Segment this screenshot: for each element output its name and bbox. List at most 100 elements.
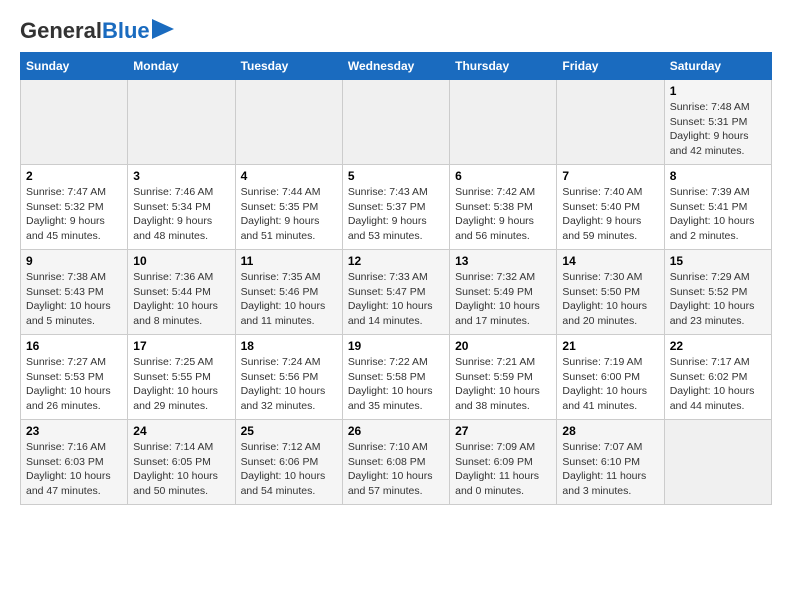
day-info: Sunrise: 7:22 AM Sunset: 5:58 PM Dayligh… <box>348 355 444 414</box>
calendar-cell: 25 Sunrise: 7:12 AM Sunset: 6:06 PM Dayli… <box>235 420 342 505</box>
day-info: Sunrise: 7:47 AM Sunset: 5:32 PM Dayligh… <box>26 185 122 244</box>
calendar-cell: 6Sunrise: 7:42 AM Sunset: 5:38 PM Daylig… <box>450 165 557 250</box>
day-info: Sunrise: 7:07 AM Sunset: 6:10 PM Dayligh… <box>562 440 658 499</box>
day-number: 10 <box>133 254 229 268</box>
calendar-cell: 10 Sunrise: 7:36 AM Sunset: 5:44 PM Dayli… <box>128 250 235 335</box>
weekday-header: Friday <box>557 53 664 80</box>
calendar-cell: 2 Sunrise: 7:47 AM Sunset: 5:32 PM Daylig… <box>21 165 128 250</box>
day-number: 4 <box>241 169 337 183</box>
calendar-cell: 7Sunrise: 7:40 AM Sunset: 5:40 PM Daylig… <box>557 165 664 250</box>
day-number: 3 <box>133 169 229 183</box>
day-number: 5 <box>348 169 444 183</box>
calendar-cell: 24 Sunrise: 7:14 AM Sunset: 6:05 PM Dayli… <box>128 420 235 505</box>
day-info: Sunrise: 7:16 AM Sunset: 6:03 PM Dayligh… <box>26 440 122 499</box>
logo-general: General <box>20 18 102 43</box>
calendar-table: SundayMondayTuesdayWednesdayThursdayFrid… <box>20 52 772 505</box>
calendar-cell <box>21 80 128 165</box>
calendar-cell <box>342 80 449 165</box>
day-number: 24 <box>133 424 229 438</box>
calendar-cell: 13 Sunrise: 7:32 AM Sunset: 5:49 PM Dayli… <box>450 250 557 335</box>
day-info: Sunrise: 7:10 AM Sunset: 6:08 PM Dayligh… <box>348 440 444 499</box>
calendar-cell: 14 Sunrise: 7:30 AM Sunset: 5:50 PM Dayli… <box>557 250 664 335</box>
calendar-cell: 26 Sunrise: 7:10 AM Sunset: 6:08 PM Dayli… <box>342 420 449 505</box>
calendar-cell: 16 Sunrise: 7:27 AM Sunset: 5:53 PM Dayli… <box>21 335 128 420</box>
weekday-header: Tuesday <box>235 53 342 80</box>
day-number: 11 <box>241 254 337 268</box>
calendar-week-row: 2 Sunrise: 7:47 AM Sunset: 5:32 PM Daylig… <box>21 165 772 250</box>
calendar-cell: 4 Sunrise: 7:44 AM Sunset: 5:35 PM Daylig… <box>235 165 342 250</box>
calendar-cell: 8Sunrise: 7:39 AM Sunset: 5:41 PM Daylig… <box>664 165 771 250</box>
day-info: Sunrise: 7:35 AM Sunset: 5:46 PM Dayligh… <box>241 270 337 329</box>
day-number: 12 <box>348 254 444 268</box>
day-info: Sunrise: 7:44 AM Sunset: 5:35 PM Dayligh… <box>241 185 337 244</box>
day-info: Sunrise: 7:46 AM Sunset: 5:34 PM Dayligh… <box>133 185 229 244</box>
calendar-cell: 5 Sunrise: 7:43 AM Sunset: 5:37 PM Daylig… <box>342 165 449 250</box>
logo-arrow-icon <box>152 19 174 39</box>
calendar-cell: 1 Sunrise: 7:48 AM Sunset: 5:31 PM Daylig… <box>664 80 771 165</box>
calendar-cell: 27 Sunrise: 7:09 AM Sunset: 6:09 PM Dayli… <box>450 420 557 505</box>
calendar-cell <box>450 80 557 165</box>
weekday-header: Sunday <box>21 53 128 80</box>
day-number: 8 <box>670 169 766 183</box>
calendar-cell: 11 Sunrise: 7:35 AM Sunset: 5:46 PM Dayli… <box>235 250 342 335</box>
day-number: 23 <box>26 424 122 438</box>
day-number: 20 <box>455 339 551 353</box>
calendar-cell: 19 Sunrise: 7:22 AM Sunset: 5:58 PM Dayli… <box>342 335 449 420</box>
day-number: 25 <box>241 424 337 438</box>
day-info: Sunrise: 7:32 AM Sunset: 5:49 PM Dayligh… <box>455 270 551 329</box>
weekday-header: Monday <box>128 53 235 80</box>
weekday-header: Thursday <box>450 53 557 80</box>
calendar-cell: 3 Sunrise: 7:46 AM Sunset: 5:34 PM Daylig… <box>128 165 235 250</box>
calendar-cell: 17 Sunrise: 7:25 AM Sunset: 5:55 PM Dayli… <box>128 335 235 420</box>
logo-text: GeneralBlue <box>20 20 150 42</box>
day-number: 21 <box>562 339 658 353</box>
day-info: Sunrise: 7:30 AM Sunset: 5:50 PM Dayligh… <box>562 270 658 329</box>
calendar-cell: 18 Sunrise: 7:24 AM Sunset: 5:56 PM Dayli… <box>235 335 342 420</box>
calendar-cell: 23 Sunrise: 7:16 AM Sunset: 6:03 PM Dayli… <box>21 420 128 505</box>
calendar-cell: 12 Sunrise: 7:33 AM Sunset: 5:47 PM Dayli… <box>342 250 449 335</box>
day-number: 27 <box>455 424 551 438</box>
day-info: Sunrise: 7:14 AM Sunset: 6:05 PM Dayligh… <box>133 440 229 499</box>
day-number: 16 <box>26 339 122 353</box>
calendar-cell: 28 Sunrise: 7:07 AM Sunset: 6:10 PM Dayli… <box>557 420 664 505</box>
calendar-cell <box>664 420 771 505</box>
calendar-cell <box>128 80 235 165</box>
day-info: Sunrise: 7:48 AM Sunset: 5:31 PM Dayligh… <box>670 100 766 159</box>
day-info: Sunrise: 7:43 AM Sunset: 5:37 PM Dayligh… <box>348 185 444 244</box>
calendar-cell <box>235 80 342 165</box>
calendar-cell: 15 Sunrise: 7:29 AM Sunset: 5:52 PM Dayli… <box>664 250 771 335</box>
day-info: Sunrise: 7:19 AM Sunset: 6:00 PM Dayligh… <box>562 355 658 414</box>
calendar-cell: 9Sunrise: 7:38 AM Sunset: 5:43 PM Daylig… <box>21 250 128 335</box>
day-info: Sunrise: 7:24 AM Sunset: 5:56 PM Dayligh… <box>241 355 337 414</box>
day-number: 13 <box>455 254 551 268</box>
logo-blue: Blue <box>102 18 150 43</box>
day-number: 19 <box>348 339 444 353</box>
day-number: 2 <box>26 169 122 183</box>
day-info: Sunrise: 7:09 AM Sunset: 6:09 PM Dayligh… <box>455 440 551 499</box>
day-info: Sunrise: 7:38 AM Sunset: 5:43 PM Dayligh… <box>26 270 122 329</box>
calendar-cell <box>557 80 664 165</box>
calendar-cell: 20Sunrise: 7:21 AM Sunset: 5:59 PM Dayli… <box>450 335 557 420</box>
weekday-header: Wednesday <box>342 53 449 80</box>
day-number: 26 <box>348 424 444 438</box>
logo: GeneralBlue <box>20 20 174 42</box>
calendar-cell: 21 Sunrise: 7:19 AM Sunset: 6:00 PM Dayli… <box>557 335 664 420</box>
day-info: Sunrise: 7:25 AM Sunset: 5:55 PM Dayligh… <box>133 355 229 414</box>
day-info: Sunrise: 7:12 AM Sunset: 6:06 PM Dayligh… <box>241 440 337 499</box>
calendar-cell: 22Sunrise: 7:17 AM Sunset: 6:02 PM Dayli… <box>664 335 771 420</box>
calendar-week-row: 23 Sunrise: 7:16 AM Sunset: 6:03 PM Dayli… <box>21 420 772 505</box>
day-number: 17 <box>133 339 229 353</box>
day-info: Sunrise: 7:36 AM Sunset: 5:44 PM Dayligh… <box>133 270 229 329</box>
calendar-week-row: 9Sunrise: 7:38 AM Sunset: 5:43 PM Daylig… <box>21 250 772 335</box>
day-number: 14 <box>562 254 658 268</box>
calendar-header-row: SundayMondayTuesdayWednesdayThursdayFrid… <box>21 53 772 80</box>
day-info: Sunrise: 7:33 AM Sunset: 5:47 PM Dayligh… <box>348 270 444 329</box>
day-number: 1 <box>670 84 766 98</box>
day-number: 15 <box>670 254 766 268</box>
day-number: 18 <box>241 339 337 353</box>
day-number: 28 <box>562 424 658 438</box>
day-info: Sunrise: 7:40 AM Sunset: 5:40 PM Dayligh… <box>562 185 658 244</box>
calendar-week-row: 1 Sunrise: 7:48 AM Sunset: 5:31 PM Daylig… <box>21 80 772 165</box>
day-info: Sunrise: 7:27 AM Sunset: 5:53 PM Dayligh… <box>26 355 122 414</box>
day-info: Sunrise: 7:29 AM Sunset: 5:52 PM Dayligh… <box>670 270 766 329</box>
